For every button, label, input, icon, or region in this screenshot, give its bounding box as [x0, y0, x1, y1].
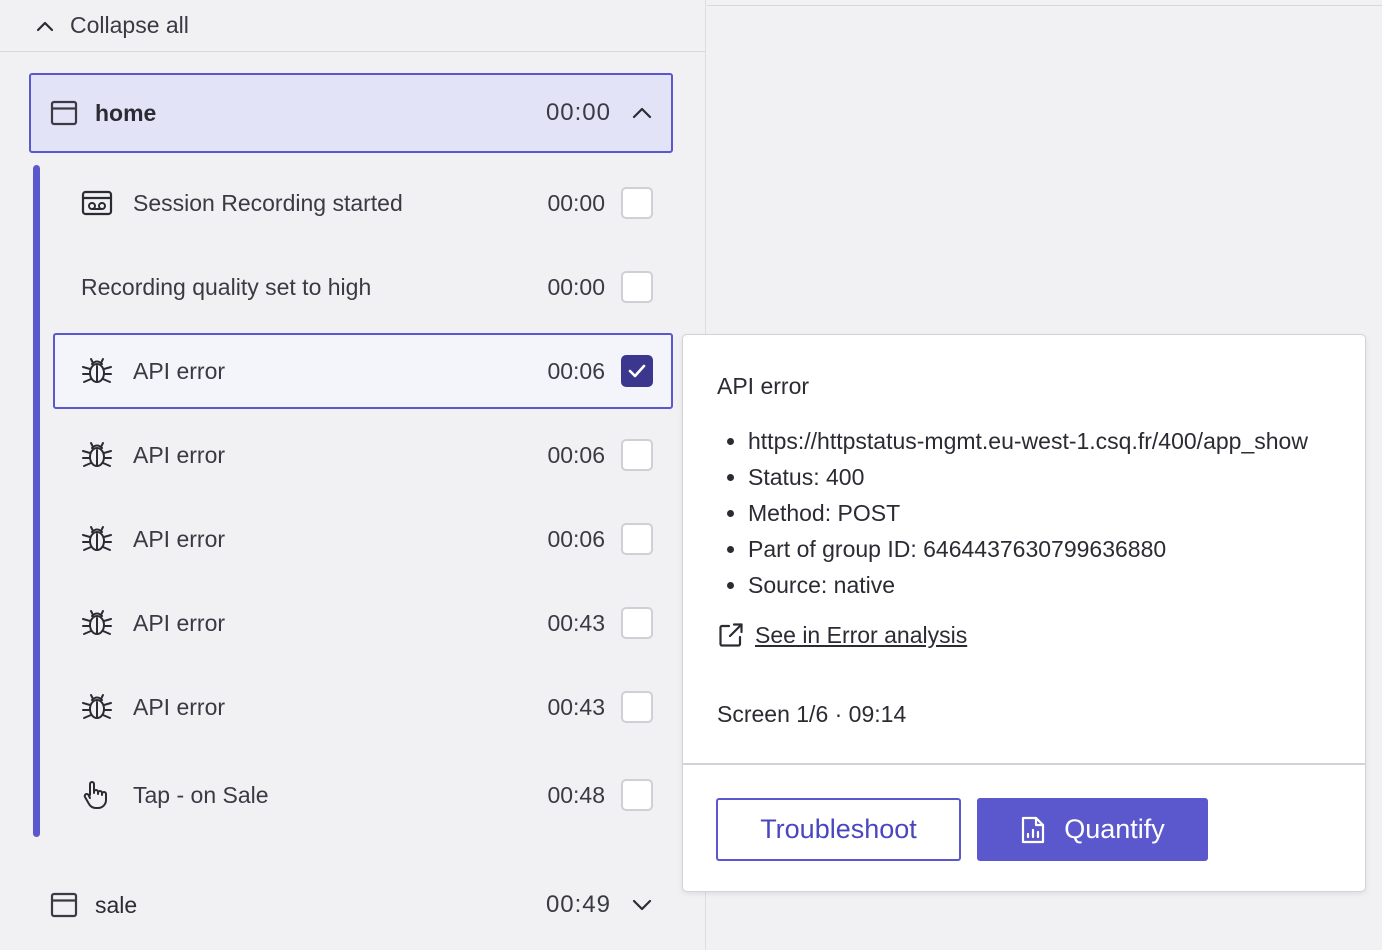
bug-icon: [81, 691, 113, 723]
bug-icon: [81, 607, 113, 639]
event-time: 00:43: [547, 609, 605, 636]
screen-icon: [49, 98, 79, 128]
event-checkbox[interactable]: [621, 187, 653, 219]
event-label: Tap - on Sale: [133, 781, 269, 808]
screen-name: sale: [95, 891, 138, 918]
event-row[interactable]: API error 00:06: [53, 417, 673, 493]
collapse-all-label: Collapse all: [70, 12, 189, 38]
screen-header-sale[interactable]: sale 00:49: [29, 865, 673, 945]
screen-time: 00:00: [545, 99, 611, 126]
bug-icon: [81, 439, 113, 471]
event-label: API error: [133, 357, 226, 384]
event-label: API error: [133, 693, 226, 720]
journey-panel: Collapse all home 00:00 Session Recordin…: [0, 0, 706, 950]
tap-hand-icon: [81, 779, 113, 811]
checkmark-icon: [628, 364, 646, 378]
event-details-popover: API error https://httpstatus-mgmt.eu-wes…: [682, 334, 1366, 892]
event-row[interactable]: API error 00:43: [53, 669, 673, 745]
report-chart-icon: [1020, 815, 1046, 845]
event-label: API error: [133, 525, 226, 552]
detail-status: Status: 400: [748, 459, 1308, 495]
timeline-bar: [33, 165, 40, 837]
chevron-up-icon[interactable]: [631, 102, 653, 124]
screen-time: 00:49: [545, 891, 611, 918]
event-label: Recording quality set to high: [81, 273, 372, 300]
error-analysis-link[interactable]: See in Error analysis: [717, 621, 967, 649]
event-details-list: https://httpstatus-mgmt.eu-west-1.csq.fr…: [717, 423, 1308, 603]
event-checkbox[interactable]: [621, 779, 653, 811]
bug-icon: [81, 355, 113, 387]
collapse-all-button[interactable]: Collapse all: [0, 0, 706, 52]
detail-source: Source: native: [748, 567, 1308, 603]
chevron-up-icon: [34, 15, 56, 37]
popover-title: API error: [717, 373, 810, 399]
event-time: 00:43: [547, 693, 605, 720]
screen-icon: [49, 890, 79, 920]
event-row[interactable]: API error 00:43: [53, 585, 673, 661]
recording-icon: [81, 187, 113, 219]
event-checkbox[interactable]: [621, 439, 653, 471]
event-checkbox-checked[interactable]: [621, 355, 653, 387]
detail-group-id: Part of group ID: 6464437630799636880: [748, 531, 1308, 567]
event-time: 00:00: [547, 189, 605, 216]
event-time: 00:06: [547, 357, 605, 384]
event-time: 00:48: [547, 781, 605, 808]
divider: [707, 5, 1382, 6]
event-label: API error: [133, 441, 226, 468]
event-label: API error: [133, 609, 226, 636]
chevron-down-icon[interactable]: [631, 894, 653, 916]
event-time: 00:06: [547, 525, 605, 552]
quantify-button[interactable]: Quantify: [977, 798, 1208, 861]
event-row-selected[interactable]: API error 00:06: [53, 333, 673, 409]
event-row[interactable]: Tap - on Sale 00:48: [53, 757, 673, 833]
bug-icon: [81, 523, 113, 555]
divider: [683, 763, 1365, 765]
detail-method: Method: POST: [748, 495, 1308, 531]
event-time: 00:00: [547, 273, 605, 300]
external-link-icon: [717, 621, 745, 649]
event-label: Session Recording started: [133, 189, 403, 216]
quantify-label: Quantify: [1064, 814, 1165, 844]
event-checkbox[interactable]: [621, 607, 653, 639]
error-analysis-link-label[interactable]: See in Error analysis: [755, 622, 967, 649]
event-row[interactable]: API error 00:06: [53, 501, 673, 577]
event-checkbox[interactable]: [621, 523, 653, 555]
screen-info: Screen 1/6 · 09:14: [717, 701, 907, 727]
troubleshoot-button[interactable]: Troubleshoot: [716, 798, 961, 861]
screen-name: home: [95, 99, 157, 126]
screen-header-home[interactable]: home 00:00: [29, 73, 673, 153]
detail-url: https://httpstatus-mgmt.eu-west-1.csq.fr…: [748, 423, 1308, 459]
event-checkbox[interactable]: [621, 271, 653, 303]
event-row[interactable]: Session Recording started 00:00: [53, 165, 673, 241]
event-row[interactable]: Recording quality set to high 00:00: [53, 249, 673, 325]
troubleshoot-label: Troubleshoot: [760, 814, 917, 844]
event-checkbox[interactable]: [621, 691, 653, 723]
event-time: 00:06: [547, 441, 605, 468]
